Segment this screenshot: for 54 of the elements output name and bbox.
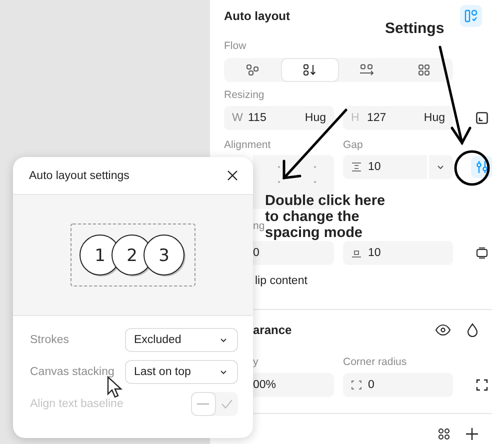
styles-icon[interactable] bbox=[438, 428, 450, 440]
dash-icon bbox=[197, 403, 210, 405]
corner-icon bbox=[351, 380, 362, 390]
setting-label: Strokes bbox=[30, 334, 69, 346]
field-label: ng bbox=[253, 220, 265, 232]
field-label: Corner radius bbox=[343, 356, 408, 368]
setting-label: Align text baseline bbox=[30, 398, 124, 410]
field-label: y bbox=[253, 356, 258, 368]
gap-field[interactable]: 10 bbox=[343, 155, 453, 180]
chevron-icon bbox=[220, 338, 227, 342]
dropdown[interactable]: Excluded bbox=[125, 328, 238, 352]
layout-icon bbox=[464, 8, 478, 23]
freeform-icon bbox=[246, 64, 260, 76]
grid-icon bbox=[418, 64, 430, 76]
opacity-field[interactable]: 00% bbox=[253, 373, 334, 398]
field-label: Alignment bbox=[224, 138, 272, 151]
eye-icon[interactable] bbox=[435, 324, 451, 336]
setting-label: Canvas stacking bbox=[30, 366, 114, 378]
expand-corners-icon[interactable] bbox=[476, 379, 488, 392]
height-field[interactable]: H 127 Hug bbox=[343, 106, 453, 130]
layout-button[interactable] bbox=[460, 4, 482, 27]
checkbox-label[interactable]: lip content bbox=[255, 275, 308, 288]
padding-field[interactable]: 10 bbox=[343, 241, 453, 266]
field-label: Gap bbox=[343, 138, 364, 151]
width-field[interactable]: W 115 Hug bbox=[224, 106, 334, 130]
check-icon bbox=[220, 399, 233, 409]
horizontal-flow-icon bbox=[359, 64, 376, 76]
corner-radius-field[interactable]: 0 bbox=[343, 373, 453, 398]
chevron-icon bbox=[220, 370, 227, 374]
annotation-text: Settings bbox=[385, 20, 444, 37]
field-label: Flow bbox=[224, 40, 246, 52]
sliders-icon bbox=[474, 160, 488, 174]
mouse-pointer-icon bbox=[107, 376, 123, 398]
plus-icon[interactable] bbox=[466, 428, 478, 440]
chevron-icon[interactable] bbox=[437, 164, 444, 170]
section-title: Auto layout bbox=[224, 8, 290, 23]
annotation-text: Double click here to change the spacing mode bbox=[265, 193, 386, 241]
padding-field[interactable]: 0 bbox=[253, 241, 334, 266]
dropdown[interactable]: Last on top bbox=[125, 360, 238, 384]
flow-option[interactable] bbox=[281, 58, 338, 82]
field-label: Resizing bbox=[224, 88, 264, 101]
gap-icon bbox=[351, 162, 362, 172]
annotation-circle bbox=[454, 150, 490, 186]
drop-icon[interactable] bbox=[467, 323, 478, 338]
vertical-flow-icon bbox=[302, 64, 317, 76]
item-number: 1 bbox=[94, 246, 106, 266]
padding-toggle-icon[interactable] bbox=[476, 247, 488, 260]
close-icon[interactable] bbox=[227, 170, 238, 181]
section-title: arance bbox=[253, 323, 292, 338]
dialog-title: Auto layout settings bbox=[29, 170, 130, 182]
padding-icon bbox=[351, 248, 362, 258]
item-number: 3 bbox=[158, 246, 170, 266]
resize-icon[interactable] bbox=[476, 112, 488, 124]
item-number: 2 bbox=[126, 246, 138, 266]
